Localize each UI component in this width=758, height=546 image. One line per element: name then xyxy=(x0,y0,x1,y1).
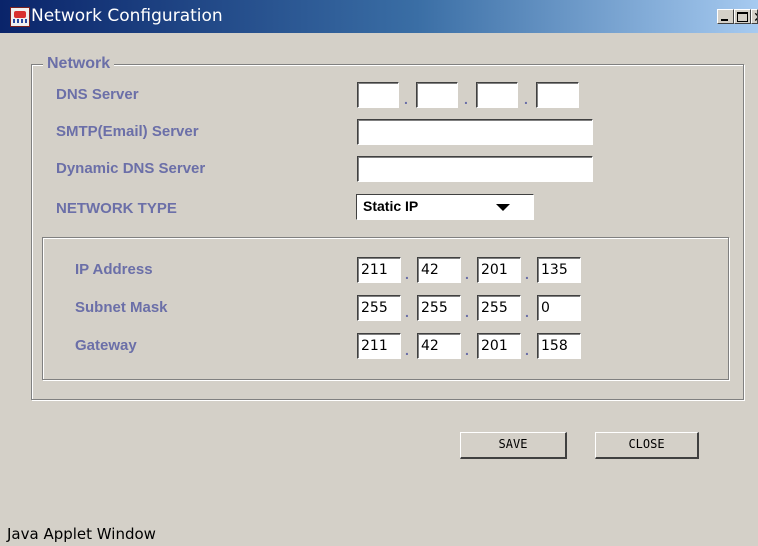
dns-octet-1[interactable] xyxy=(357,82,399,108)
applet-warning-text: Java Applet Window xyxy=(7,525,156,543)
dns-dot-3: . xyxy=(524,91,528,107)
gateway-octet-4[interactable] xyxy=(537,333,581,359)
network-group-legend: Network xyxy=(43,54,115,74)
ip-octet-3[interactable] xyxy=(477,257,521,283)
subnet-mask-label: Subnet Mask xyxy=(75,299,168,316)
minimize-button[interactable] xyxy=(717,9,734,24)
dns-dot-2: . xyxy=(464,91,468,107)
subnet-octet-1[interactable] xyxy=(357,295,401,321)
ip-octet-1[interactable] xyxy=(357,257,401,283)
ip-octet-2[interactable] xyxy=(417,257,461,283)
ip-octet-4[interactable] xyxy=(537,257,581,283)
dynamic-dns-label: Dynamic DNS Server xyxy=(56,160,206,177)
window-title: Network Configuration xyxy=(31,6,223,26)
dns-octet-4[interactable] xyxy=(536,82,579,108)
dns-server-label: DNS Server xyxy=(56,86,139,103)
gateway-dot-2: . xyxy=(465,342,469,358)
gateway-dot-1: . xyxy=(405,342,409,358)
network-type-select[interactable]: Static IP xyxy=(356,194,534,220)
chevron-down-icon[interactable] xyxy=(496,204,510,211)
ip-dot-3: . xyxy=(525,266,529,282)
gateway-octet-3[interactable] xyxy=(477,333,521,359)
maximize-button[interactable] xyxy=(734,9,751,24)
subnet-dot-2: . xyxy=(465,304,469,320)
subnet-dot-3: . xyxy=(525,304,529,320)
dns-dot-1: . xyxy=(404,91,408,107)
dynamic-dns-field[interactable] xyxy=(357,156,593,182)
subnet-octet-2[interactable] xyxy=(417,295,461,321)
java-app-icon xyxy=(10,7,30,27)
gateway-octet-1[interactable] xyxy=(357,333,401,359)
ip-address-label: IP Address xyxy=(75,261,153,278)
smtp-server-label: SMTP(Email) Server xyxy=(56,123,199,140)
gateway-dot-3: . xyxy=(525,342,529,358)
save-button[interactable]: SAVE xyxy=(460,432,567,459)
network-type-label: NETWORK TYPE xyxy=(56,200,177,217)
subnet-octet-3[interactable] xyxy=(477,295,521,321)
subnet-dot-1: . xyxy=(405,304,409,320)
network-configuration-window: Network Configuration ✕ Network DNS Serv… xyxy=(0,0,758,546)
title-bar[interactable]: Network Configuration ✕ xyxy=(0,0,758,33)
ip-dot-1: . xyxy=(405,266,409,282)
dns-octet-3[interactable] xyxy=(476,82,518,108)
close-button[interactable]: CLOSE xyxy=(595,432,699,459)
close-icon: ✕ xyxy=(753,10,757,23)
dns-octet-2[interactable] xyxy=(416,82,458,108)
close-window-button[interactable]: ✕ xyxy=(751,9,758,24)
smtp-server-field[interactable] xyxy=(357,119,593,145)
ip-dot-2: . xyxy=(465,266,469,282)
gateway-octet-2[interactable] xyxy=(417,333,461,359)
status-bar: Java Applet Window xyxy=(0,521,758,546)
subnet-octet-4[interactable] xyxy=(537,295,581,321)
network-type-value: Static IP xyxy=(363,198,419,214)
gateway-label: Gateway xyxy=(75,337,137,354)
